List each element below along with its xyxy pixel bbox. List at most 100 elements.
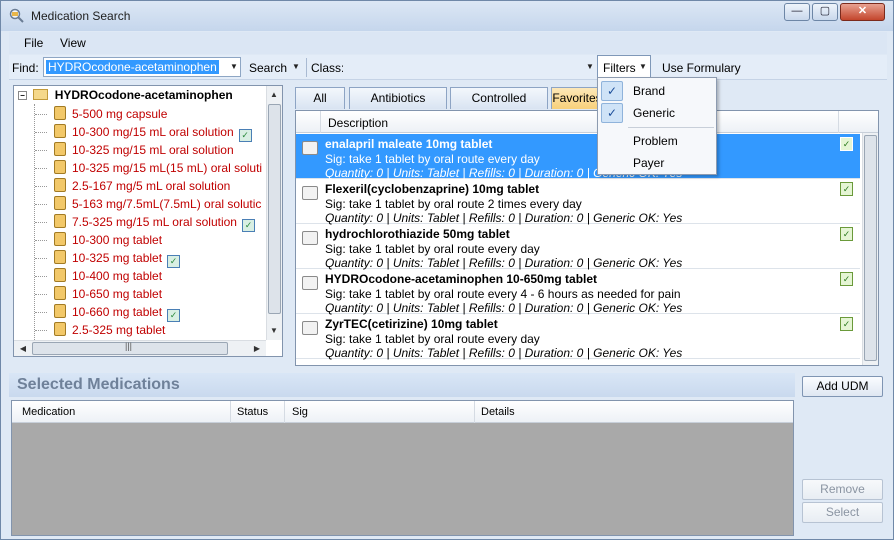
filter-problem[interactable]: Problem [598, 130, 716, 152]
tree-item[interactable]: 10-650 mg tablet [35, 286, 163, 304]
search-dropdown-arrow-icon[interactable]: ▼ [289, 59, 303, 75]
tree-item[interactable]: 10-325 mg tablet ✓ [35, 250, 181, 268]
column-status[interactable]: Status [237, 406, 268, 418]
filter-brand[interactable]: ✓ Brand [598, 80, 716, 102]
list-header: Description [296, 111, 878, 133]
find-label: Find: [12, 61, 39, 75]
column-description[interactable]: Description [328, 116, 388, 130]
column-details[interactable]: Details [481, 406, 515, 418]
close-button[interactable]: ✕ [840, 3, 885, 21]
formulary-icon: ✓ [238, 129, 252, 142]
medication-details: Quantity: 0 | Units: Tablet | Refills: 0… [325, 301, 683, 315]
filter-generic[interactable]: ✓ Generic [598, 102, 716, 124]
tree-item[interactable]: 10-300 mg tablet [35, 232, 162, 250]
tree-item[interactable]: 5-163 mg/7.5mL(7.5mL) oral solutic [35, 196, 261, 214]
use-formulary-button[interactable]: Use Formulary [662, 61, 741, 75]
tab-favorites[interactable]: Favorites [551, 87, 603, 109]
medication-row[interactable]: ZyrTEC(cetirizine) 10mg tablet Sig: take … [296, 314, 860, 360]
tree-scroll-thumb[interactable] [268, 104, 281, 314]
tree-vertical-scrollbar[interactable]: ▲ ▼ [266, 86, 282, 340]
medication-sig: Sig: take 1 tablet by oral route every 4… [325, 287, 681, 301]
app-icon [9, 8, 24, 23]
medication-tree[interactable]: − HYDROcodone-acetaminophen 5-500 mg cap… [13, 85, 283, 357]
medication-bottle-icon [54, 178, 66, 192]
tree-item[interactable]: 10-325 mg/15 mL oral solution [35, 142, 234, 160]
medication-name: HYDROcodone-acetaminophen 10-650mg table… [325, 272, 598, 286]
medication-bottle-icon [54, 286, 66, 300]
tree-item-label: 10-300 mg/15 mL oral solution [72, 125, 234, 139]
tree-item-label: 7.5-325 mg/15 mL oral solution [72, 215, 237, 229]
menu-view[interactable]: View [60, 36, 86, 50]
column-sig[interactable]: Sig [292, 406, 308, 418]
search-button[interactable]: Search [249, 61, 287, 75]
tree-item[interactable]: 10-400 mg tablet [35, 268, 162, 286]
medication-row[interactable]: hydrochlorothiazide 50mg tablet Sig: take… [296, 224, 860, 270]
collapse-icon[interactable]: − [18, 91, 27, 100]
menu-file[interactable]: File [24, 36, 43, 50]
filters-button[interactable]: Filters ▼ [597, 55, 651, 78]
select-button[interactable]: Select [802, 502, 883, 523]
folder-icon [33, 89, 49, 100]
medication-bottle-icon [54, 250, 66, 264]
filter-payer[interactable]: Payer [598, 152, 716, 174]
selected-medications-header: Selected Medications [9, 373, 795, 397]
column-separator [474, 401, 475, 423]
tab-antibiotics[interactable]: Antibiotics [349, 87, 447, 109]
tree-connector [35, 330, 47, 331]
maximize-button[interactable]: ▢ [812, 3, 838, 21]
tree-connector [35, 186, 47, 187]
tree-item-label: 5-500 mg capsule [72, 107, 168, 121]
medication-list[interactable]: Description enalapril maleate 10mg table… [295, 110, 879, 366]
tree-item-label: 10-325 mg/15 mL oral solution [72, 143, 234, 157]
tree-item[interactable]: 2.5-167 mg/5 mL oral solution [35, 178, 231, 196]
tree-connector [35, 222, 47, 223]
check-icon: ✓ [601, 81, 623, 101]
medication-name: Flexeril(cyclobenzaprine) 10mg tablet [325, 182, 540, 196]
scroll-left-icon[interactable]: ◀ [16, 344, 30, 353]
scroll-down-icon[interactable]: ▼ [267, 326, 281, 335]
toolbar: Find: HYDROcodone-acetaminophen ▼ Search… [9, 55, 887, 80]
medication-bottle-icon [54, 268, 66, 282]
tab-controlled[interactable]: Controlled [450, 87, 548, 109]
tree-item[interactable]: 7.5-325 mg/15 mL oral solution ✓ [35, 214, 255, 232]
tree-item-label: 10-325 mg tablet [72, 251, 163, 265]
scroll-up-icon[interactable]: ▲ [267, 90, 281, 99]
minimize-button[interactable]: — [784, 3, 810, 21]
tree-connector [35, 204, 47, 205]
tree-item[interactable]: 10-300 mg/15 mL oral solution ✓ [35, 124, 252, 142]
prescription-icon [302, 321, 318, 335]
tree-item[interactable]: 10-325 mg/15 mL(15 mL) oral soluti [35, 160, 262, 178]
list-scroll-thumb[interactable] [864, 135, 877, 361]
tree-root[interactable]: − HYDROcodone-acetaminophen [18, 88, 233, 106]
find-dropdown-arrow-icon[interactable]: ▼ [227, 59, 241, 75]
tree-item-label: 10-650 mg tablet [72, 287, 163, 301]
column-medication[interactable]: Medication [22, 406, 75, 418]
find-input[interactable]: HYDROcodone-acetaminophen ▼ [43, 57, 241, 77]
add-udm-button[interactable]: Add UDM [802, 376, 883, 397]
find-input-value: HYDROcodone-acetaminophen [46, 60, 219, 74]
remove-button[interactable]: Remove [802, 479, 883, 500]
tree-item[interactable]: 10-660 mg tablet ✓ [35, 304, 181, 322]
window-title: Medication Search [31, 9, 131, 23]
medication-bottle-icon [54, 106, 66, 120]
tree-item[interactable]: 5-500 mg capsule [35, 106, 168, 124]
tree-hscroll-thumb[interactable]: ||| [32, 341, 228, 355]
tree-connector [35, 312, 47, 313]
class-input[interactable]: ▼ [343, 57, 597, 77]
tree-root-label: HYDROcodone-acetaminophen [54, 88, 233, 102]
tree-item[interactable]: 2.5-325 mg tablet [35, 322, 165, 340]
formulary-badge-icon: ✓ [840, 227, 853, 241]
tree-connector [35, 240, 47, 241]
class-dropdown-arrow-icon[interactable]: ▼ [583, 59, 597, 75]
list-vertical-scrollbar[interactable] [862, 133, 878, 365]
prescription-icon [302, 186, 318, 200]
tree-horizontal-scrollbar[interactable]: ◀ ||| ▶ [14, 340, 266, 356]
prescription-icon [302, 276, 318, 290]
scroll-right-icon[interactable]: ▶ [250, 344, 264, 353]
medication-row[interactable]: Flexeril(cyclobenzaprine) 10mg tablet Sig… [296, 179, 860, 225]
medication-row[interactable]: HYDROcodone-acetaminophen 10-650mg table… [296, 269, 860, 315]
tree-item-label: 2.5-167 mg/5 mL oral solution [72, 179, 231, 193]
selected-medications-grid[interactable]: Medication Status Sig Details [11, 400, 794, 536]
tab-all[interactable]: All [295, 87, 345, 109]
medication-row[interactable]: enalapril maleate 10mg tablet Sig: take 1… [296, 134, 860, 180]
